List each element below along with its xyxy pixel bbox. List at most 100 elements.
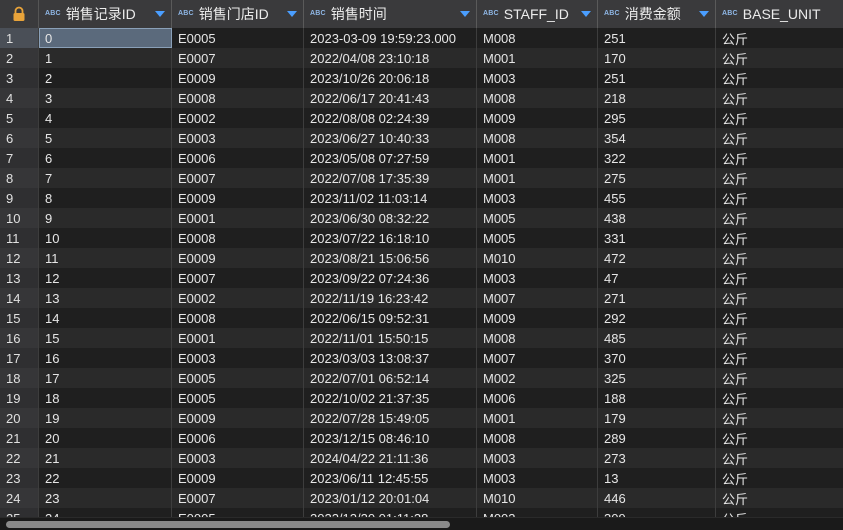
- table-cell[interactable]: M001: [477, 48, 598, 68]
- table-cell[interactable]: 公斤: [716, 268, 843, 288]
- table-cell[interactable]: M003: [477, 188, 598, 208]
- table-cell[interactable]: 273: [598, 448, 716, 468]
- table-row[interactable]: 13 12 E0007 2023/09/22 07:24:36 M003 47 公斤: [0, 268, 843, 288]
- table-cell[interactable]: E0003: [172, 348, 304, 368]
- table-cell[interactable]: 2022/10/02 21:37:35: [304, 388, 477, 408]
- row-number[interactable]: 11: [0, 228, 39, 248]
- table-cell[interactable]: E0009: [172, 248, 304, 268]
- table-cell[interactable]: 公斤: [716, 248, 843, 268]
- table-cell[interactable]: 6: [39, 148, 172, 168]
- table-cell[interactable]: E0005: [172, 368, 304, 388]
- table-cell[interactable]: 485: [598, 328, 716, 348]
- table-cell[interactable]: 公斤: [716, 128, 843, 148]
- table-cell[interactable]: 7: [39, 168, 172, 188]
- table-cell[interactable]: M008: [477, 428, 598, 448]
- table-cell[interactable]: 271: [598, 288, 716, 308]
- table-cell[interactable]: 2023/12/15 08:46:10: [304, 428, 477, 448]
- table-cell[interactable]: 公斤: [716, 48, 843, 68]
- table-cell[interactable]: 295: [598, 108, 716, 128]
- table-cell[interactable]: 47: [598, 268, 716, 288]
- row-number[interactable]: 9: [0, 188, 39, 208]
- table-cell[interactable]: E0009: [172, 468, 304, 488]
- table-cell[interactable]: 13: [598, 468, 716, 488]
- table-cell[interactable]: 2023/11/02 11:03:14: [304, 188, 477, 208]
- table-cell[interactable]: 10: [39, 228, 172, 248]
- column-header[interactable]: ABC 销售时间: [304, 0, 477, 28]
- table-cell[interactable]: 2022/04/08 23:10:18: [304, 48, 477, 68]
- table-row[interactable]: 3 2 E0009 2023/10/26 20:06:18 M003 251 公斤: [0, 68, 843, 88]
- table-cell[interactable]: 公斤: [716, 88, 843, 108]
- table-cell[interactable]: M003: [477, 448, 598, 468]
- table-row[interactable]: 16 15 E0001 2022/11/01 15:50:15 M008 485 公斤: [0, 328, 843, 348]
- table-cell[interactable]: 17: [39, 368, 172, 388]
- table-cell[interactable]: 2023/06/30 08:32:22: [304, 208, 477, 228]
- column-header[interactable]: ABC 消费金额: [598, 0, 716, 28]
- table-cell[interactable]: M003: [477, 68, 598, 88]
- table-row[interactable]: 1 0 E0005 2023-03-09 19:59:23.000 M008 251 公斤: [0, 28, 843, 48]
- table-cell[interactable]: E0008: [172, 228, 304, 248]
- row-number[interactable]: 14: [0, 288, 39, 308]
- table-cell[interactable]: M001: [477, 408, 598, 428]
- table-cell[interactable]: E0005: [172, 388, 304, 408]
- table-cell[interactable]: 19: [39, 408, 172, 428]
- column-header[interactable]: ABC STAFF_ID: [477, 0, 598, 28]
- table-cell[interactable]: E0001: [172, 208, 304, 228]
- table-cell[interactable]: E0008: [172, 88, 304, 108]
- table-cell[interactable]: M009: [477, 308, 598, 328]
- table-cell[interactable]: 325: [598, 368, 716, 388]
- table-cell[interactable]: E0007: [172, 48, 304, 68]
- table-cell[interactable]: 322: [598, 148, 716, 168]
- table-row[interactable]: 4 3 E0008 2022/06/17 20:41:43 M008 218 公斤: [0, 88, 843, 108]
- table-row[interactable]: 22 21 E0003 2024/04/22 21:11:36 M003 273 公斤: [0, 448, 843, 468]
- table-cell[interactable]: E0001: [172, 328, 304, 348]
- row-number[interactable]: 15: [0, 308, 39, 328]
- table-cell[interactable]: 2023/06/11 12:45:55: [304, 468, 477, 488]
- table-cell[interactable]: 2022/08/08 02:24:39: [304, 108, 477, 128]
- row-number[interactable]: 18: [0, 368, 39, 388]
- table-row[interactable]: 8 7 E0007 2022/07/08 17:35:39 M001 275 公斤: [0, 168, 843, 188]
- table-cell[interactable]: 455: [598, 188, 716, 208]
- table-cell[interactable]: 2: [39, 68, 172, 88]
- table-cell[interactable]: 2022/06/17 20:41:43: [304, 88, 477, 108]
- table-cell[interactable]: 2023/09/22 07:24:36: [304, 268, 477, 288]
- row-number[interactable]: 8: [0, 168, 39, 188]
- table-cell[interactable]: M009: [477, 108, 598, 128]
- table-cell[interactable]: 5: [39, 128, 172, 148]
- table-cell[interactable]: M008: [477, 28, 598, 48]
- table-cell[interactable]: 公斤: [716, 108, 843, 128]
- table-cell[interactable]: 2022/07/28 15:49:05: [304, 408, 477, 428]
- row-number[interactable]: 10: [0, 208, 39, 228]
- table-cell[interactable]: M007: [477, 348, 598, 368]
- table-cell[interactable]: 公斤: [716, 208, 843, 228]
- table-cell[interactable]: 3: [39, 88, 172, 108]
- table-cell[interactable]: 14: [39, 308, 172, 328]
- table-cell[interactable]: 2022/11/19 16:23:42: [304, 288, 477, 308]
- table-cell[interactable]: 188: [598, 388, 716, 408]
- table-cell[interactable]: E0003: [172, 128, 304, 148]
- row-number[interactable]: 2: [0, 48, 39, 68]
- table-cell[interactable]: 公斤: [716, 308, 843, 328]
- table-cell[interactable]: 公斤: [716, 428, 843, 448]
- table-cell[interactable]: M001: [477, 168, 598, 188]
- table-cell[interactable]: M008: [477, 128, 598, 148]
- row-number[interactable]: 16: [0, 328, 39, 348]
- table-cell[interactable]: 292: [598, 308, 716, 328]
- table-cell[interactable]: M005: [477, 228, 598, 248]
- dropdown-arrow-icon[interactable]: [287, 11, 297, 17]
- table-cell[interactable]: E0007: [172, 268, 304, 288]
- table-cell[interactable]: 2023/06/27 10:40:33: [304, 128, 477, 148]
- table-cell[interactable]: E0009: [172, 68, 304, 88]
- table-cell[interactable]: 15: [39, 328, 172, 348]
- table-cell[interactable]: 11: [39, 248, 172, 268]
- table-cell[interactable]: E0002: [172, 108, 304, 128]
- table-cell[interactable]: 2023/01/12 20:01:04: [304, 488, 477, 508]
- table-cell[interactable]: 2023/07/22 16:18:10: [304, 228, 477, 248]
- table-cell[interactable]: 2023-03-09 19:59:23.000: [304, 28, 477, 48]
- table-cell[interactable]: 472: [598, 248, 716, 268]
- table-cell[interactable]: 2023/10/26 20:06:18: [304, 68, 477, 88]
- table-cell[interactable]: E0007: [172, 168, 304, 188]
- table-cell[interactable]: 公斤: [716, 408, 843, 428]
- table-cell[interactable]: 公斤: [716, 388, 843, 408]
- table-cell[interactable]: M008: [477, 328, 598, 348]
- row-number[interactable]: 17: [0, 348, 39, 368]
